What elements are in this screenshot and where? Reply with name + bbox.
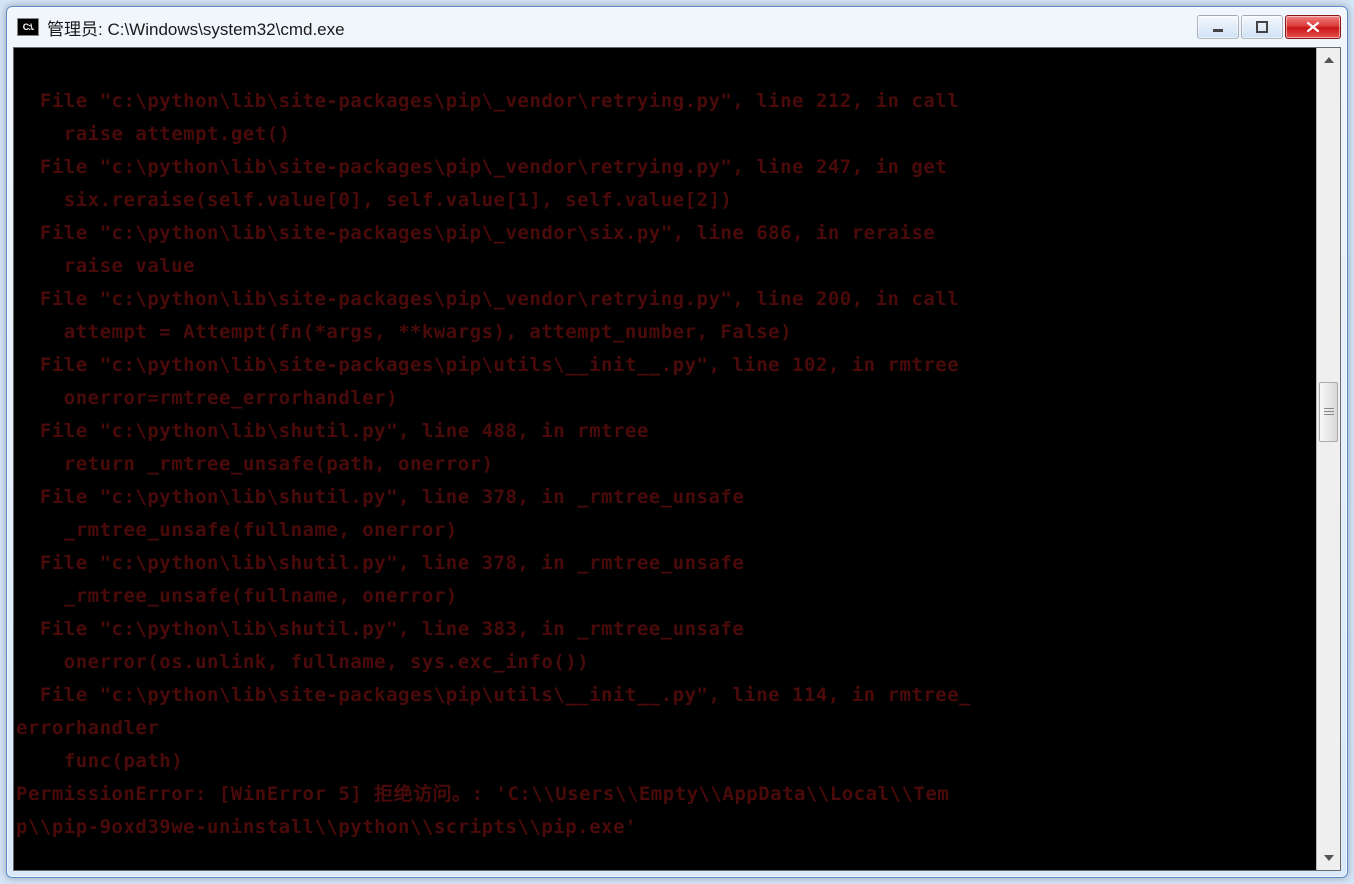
- scroll-down-button[interactable]: [1317, 846, 1340, 870]
- traceback-line: raise value: [16, 255, 195, 277]
- scroll-up-button[interactable]: [1317, 48, 1340, 72]
- traceback-line: File "c:\python\lib\site-packages\pip\_v…: [16, 156, 947, 178]
- thumb-grip-icon: [1324, 408, 1334, 416]
- traceback-line: File "c:\python\lib\shutil.py", line 378…: [16, 552, 744, 574]
- maximize-button[interactable]: [1241, 15, 1283, 39]
- console-client-area: File "c:\python\lib\site-packages\pip\_v…: [13, 47, 1341, 871]
- minimize-button[interactable]: [1197, 15, 1239, 39]
- error-line: p\\pip-9oxd39we-uninstall\\python\\scrip…: [16, 816, 637, 838]
- traceback-line: onerror=rmtree_errorhandler): [16, 387, 398, 409]
- error-line: PermissionError: [WinError 5] 拒绝访问。: 'C:…: [16, 783, 949, 805]
- vertical-scrollbar: [1316, 48, 1340, 870]
- traceback-line: File "c:\python\lib\shutil.py", line 383…: [16, 618, 744, 640]
- traceback-line: File "c:\python\lib\site-packages\pip\ut…: [16, 354, 959, 376]
- cmd-window: C:\. 管理员: C:\Windows\system32\cmd.exe Fi…: [6, 6, 1348, 878]
- app-icon: C:\.: [17, 18, 39, 36]
- scroll-track[interactable]: [1317, 72, 1340, 846]
- traceback-line: errorhandler: [16, 717, 159, 739]
- traceback-line: _rmtree_unsafe(fullname, onerror): [16, 585, 458, 607]
- traceback-line: File "c:\python\lib\site-packages\pip\_v…: [16, 288, 959, 310]
- traceback-line: raise attempt.get(): [16, 123, 291, 145]
- traceback-line: _rmtree_unsafe(fullname, onerror): [16, 519, 458, 541]
- traceback-line: six.reraise(self.value[0], self.value[1]…: [16, 189, 732, 211]
- traceback-line: File "c:\python\lib\site-packages\pip\_v…: [16, 90, 959, 112]
- scroll-thumb[interactable]: [1319, 382, 1338, 442]
- traceback-line: return _rmtree_unsafe(path, onerror): [16, 453, 494, 475]
- traceback-line: func(path): [16, 750, 183, 772]
- window-title: 管理员: C:\Windows\system32\cmd.exe: [47, 15, 1197, 40]
- window-controls: [1197, 15, 1341, 39]
- console-output[interactable]: File "c:\python\lib\site-packages\pip\_v…: [14, 48, 1316, 870]
- traceback-line: onerror(os.unlink, fullname, sys.exc_inf…: [16, 651, 589, 673]
- close-button[interactable]: [1285, 15, 1341, 39]
- traceback-line: File "c:\python\lib\shutil.py", line 378…: [16, 486, 744, 508]
- traceback-line: File "c:\python\lib\shutil.py", line 488…: [16, 420, 649, 442]
- traceback-line: attempt = Attempt(fn(*args, **kwargs), a…: [16, 321, 792, 343]
- traceback-line: File "c:\python\lib\site-packages\pip\_v…: [16, 222, 935, 244]
- title-bar[interactable]: C:\. 管理员: C:\Windows\system32\cmd.exe: [7, 7, 1347, 47]
- traceback-line: File "c:\python\lib\site-packages\pip\ut…: [16, 684, 971, 706]
